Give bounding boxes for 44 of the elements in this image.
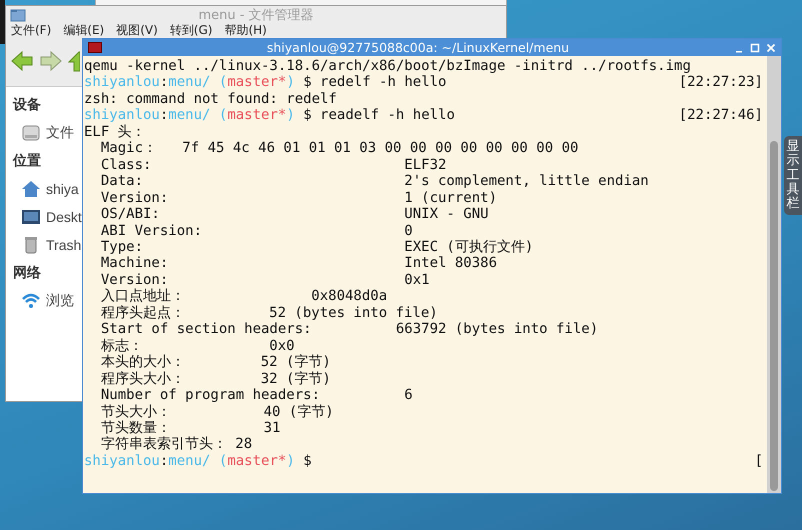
output-line: qemu -kernel ../linux-3.18.6/arch/x86/boot/bzImage -initrd ../rootfs.img [84,58,691,74]
output-line: Class: ELF32 [100,156,446,174]
output-line: 节头数量： 31 [100,420,280,436]
window-title: menu - 文件管理器 [198,6,314,24]
sidebar-item[interactable]: 文件 [46,124,74,142]
sidebar-item[interactable]: shiya [46,181,79,197]
menu-item[interactable]: 转到(G) [170,23,212,38]
output-line: ELF 头： [84,124,146,140]
output-line: 字符串表索引节头： 28 [100,436,252,453]
section-heading: 设备 [13,96,41,115]
output-line: zsh: command not found: redelf [84,90,337,108]
output-line: ABI Version: 0 [100,222,413,239]
output-line: Machine: Intel 80386 [100,255,498,272]
output-line: 入口点地址： 0x8048d0a [100,288,388,305]
toolbar-tab[interactable]: 显示工具栏 [784,136,802,216]
timestamp: [22:27:46] [678,107,763,124]
output-line: Version: 1 (current) [100,190,498,206]
output-line: Magic： 7f 45 4c 46 01 01 01 03 00 00 00 00 00 00 00 00 [100,140,578,157]
output-line: 标志： 0x0 [100,338,295,354]
output-line: Start of section headers: 663792 (bytes into file) [100,321,598,338]
window-title: shiyanlou@92775088c00a: ~/LinuxKernel/menu [266,40,570,55]
menu-item[interactable]: 编辑(E) [63,23,104,38]
menu-item[interactable]: 帮助(H) [224,23,267,38]
output-line: 程序头起点： 52 (bytes into file) [100,304,438,322]
timestamp: [22:27:23] [678,74,763,91]
section-heading: 位置 [13,152,41,171]
sidebar-item[interactable]: 浏览 [46,292,74,310]
output-line: 节头大小： 40 (字节) [100,404,334,420]
output-line: Version: 0x1 [100,272,430,288]
output-line: Number of program headers: 6 [100,387,413,404]
output-line: Data: 2's complement, little endian [100,173,649,190]
prompt-line: shiyanlou:menu/ (master*) $ redelf -h hello [84,74,446,91]
menu-item[interactable]: 视图(V) [116,23,158,38]
output-line: OS/ABI: UNIX - GNU [100,206,489,223]
section-heading: 网络 [13,264,41,283]
output-line: 本头的大小： 52 (字节) [100,354,331,371]
output-line: Type: EXEC (可执行文件) [100,238,534,256]
timestamp: [ [754,452,763,470]
menu-item[interactable]: 文件(F) [11,23,52,38]
sidebar-item[interactable]: Deskt [46,209,82,225]
prompt-line: shiyanlou:menu/ (master*) $ [84,452,312,470]
output-line: 程序头大小： 32 (字节) [100,370,331,388]
sidebar-item[interactable]: Trash [46,237,82,253]
prompt-line: shiyanlou:menu/ (master*) $ readelf -h hello [84,107,455,124]
